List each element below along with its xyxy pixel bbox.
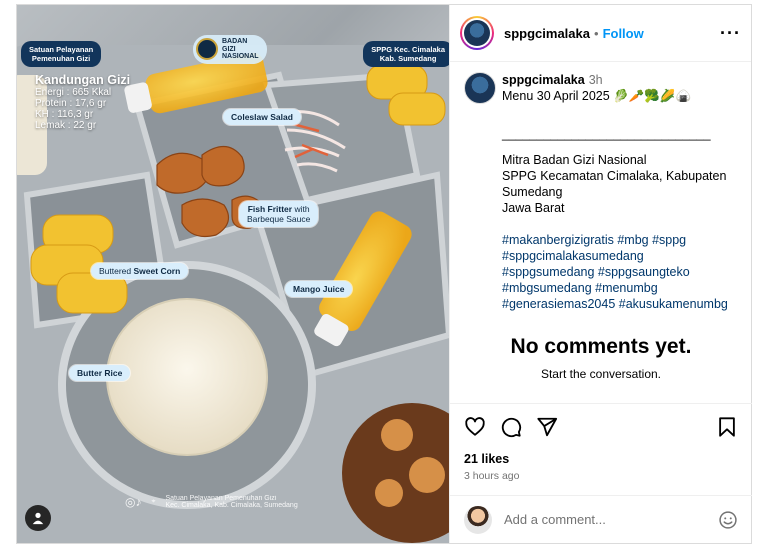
add-comment-bar: Add a comment... (450, 495, 752, 543)
hashtag-line[interactable]: #mbgsumedang #menumbg (502, 280, 728, 296)
no-comments-subtitle: Start the conversation. (540, 367, 662, 381)
hashtag-line[interactable]: #generasiemas2045 #akusukamenumbg (502, 296, 728, 312)
tagged-people-button[interactable] (25, 505, 51, 531)
label-corn-line1: Buttered (99, 266, 132, 276)
nutrition-info: Kandungan Gizi Energi : 665 Kkal Protein… (35, 73, 131, 131)
label-fish-line2: Barbeque Sauce (247, 214, 311, 224)
separator-dot: • (594, 25, 599, 41)
author-avatar-story-ring[interactable] (460, 16, 494, 50)
emoji-icon[interactable] (718, 510, 738, 530)
post-modal: Satuan Pelayanan Pemenuhan Gizi SPPG Kec… (16, 4, 752, 544)
author-username[interactable]: sppgcimalaka (504, 26, 590, 41)
nutrition-fat: Lemak : 22 gr (35, 120, 97, 131)
save-bookmark-icon[interactable] (716, 416, 738, 438)
like-heart-icon[interactable] (464, 416, 486, 438)
caption: sppgcimalaka 3h Menu 30 April 2025 🥬🥕🥦🌽🍙 … (450, 62, 751, 312)
location-pin-icon: ⌖ (151, 498, 156, 505)
no-comments-title: No comments yet. (510, 335, 692, 358)
sppg-badge-left: Satuan Pelayanan Pemenuhan Gizi (21, 41, 102, 67)
label-corn-line2: Sweet Corn (133, 266, 181, 276)
logo-line1: BADAN (222, 38, 248, 45)
label-fish-line1: Fish Fritter (247, 204, 293, 214)
nutrition-protein: Protein : 17,6 gr (35, 98, 107, 109)
nutrition-title: Kandungan Gizi (35, 73, 131, 87)
caption-line-jabar: Jawa Barat (502, 201, 565, 215)
caption-username[interactable]: sppgcimalaka (502, 73, 585, 87)
like-count[interactable]: 21 likes (464, 452, 738, 466)
nutrition-energy: Energi : 665 Kkal (35, 87, 112, 98)
caption-line-mitra: Mitra Badan Gizi Nasional (502, 153, 647, 167)
author-avatar-image (464, 20, 490, 46)
post-photo[interactable]: Satuan Pelayanan Pemenuhan Gizi SPPG Kec… (17, 5, 449, 543)
label-mango-juice: Mango Juice (285, 281, 353, 297)
nutrition-carbs: KH : 116,3 gr (35, 109, 94, 120)
logo-line2: GIZI (222, 45, 236, 53)
badge-left-line2: Pemenuhan Gizi (31, 54, 91, 63)
bgn-logo: BADAN GIZI NASIONAL (193, 35, 267, 64)
caption-line-sppg: SPPG Kecamatan Cimalaka, Kabupaten (502, 169, 727, 183)
footer-line2: Kec. Cimalaka, Kab. Cimalaka, Sumedang (165, 502, 298, 509)
no-comments-block: No comments yet. Start the conversation. (450, 335, 752, 381)
add-comment-input[interactable]: Add a comment... (504, 512, 606, 527)
caption-line-sumedang: Sumedang (502, 185, 563, 199)
hashtag-line[interactable]: #makanbergizigratis #mbg #sppg (502, 232, 728, 248)
post-actions: 21 likes 3 hours ago (450, 403, 752, 482)
person-icon (32, 512, 44, 525)
logo-line3: NASIONAL (222, 53, 259, 60)
sppg-badge-right: SPPG Kec. Cimalaka Kab. Sumedang (363, 41, 449, 67)
caption-menu-line: Menu 30 April 2025 🥬🥕🥦🌽🍙 (502, 89, 692, 103)
badge-left-line1: Satuan Pelayanan (29, 45, 94, 54)
badge-right-line2: Kab. Sumedang (379, 54, 437, 63)
caption-hashtags: #makanbergizigratis #mbg #sppg #sppgcima… (502, 232, 728, 312)
label-fish-fritter: Fish Fritter with Barbeque Sauce (239, 201, 319, 227)
label-butter-rice: Butter Rice (69, 365, 131, 381)
caption-time[interactable]: 3h (589, 73, 603, 87)
comment-icon[interactable] (500, 416, 522, 438)
photo-footer: ◎♪ ⌖ Satuan Pelayanan Pemenuhan Gizi Kec… (125, 495, 298, 509)
hashtag-line[interactable]: #sppgcimalakasumedang (502, 248, 728, 264)
post-header: sppgcimalaka • Follow ··· (450, 5, 751, 62)
label-coleslaw: Coleslaw Salad (223, 109, 301, 125)
label-fish-with: with (294, 204, 310, 214)
caption-avatar[interactable] (464, 72, 496, 104)
current-user-avatar (464, 505, 492, 534)
share-send-icon[interactable] (536, 416, 558, 438)
hashtag-line[interactable]: #sppgsumedang #sppgsaungteko (502, 264, 728, 280)
follow-button[interactable]: Follow (603, 26, 644, 41)
instagram-tiktok-icon: ◎♪ (125, 495, 142, 509)
post-timestamp[interactable]: 3 hours ago (464, 470, 738, 482)
badge-right-line1: SPPG Kec. Cimalaka (371, 45, 445, 54)
bgn-seal-icon (196, 38, 218, 61)
caption-divider: ______________________________ (502, 127, 711, 141)
label-sweet-corn: Buttered Sweet Corn (91, 263, 189, 279)
footer-line1: Satuan Pelayanan Pemenuhan Gizi (165, 495, 277, 502)
post-sidebar: sppgcimalaka • Follow ··· sppgcimalaka 3h… (449, 5, 752, 543)
more-options-icon[interactable]: ··· (720, 23, 741, 44)
